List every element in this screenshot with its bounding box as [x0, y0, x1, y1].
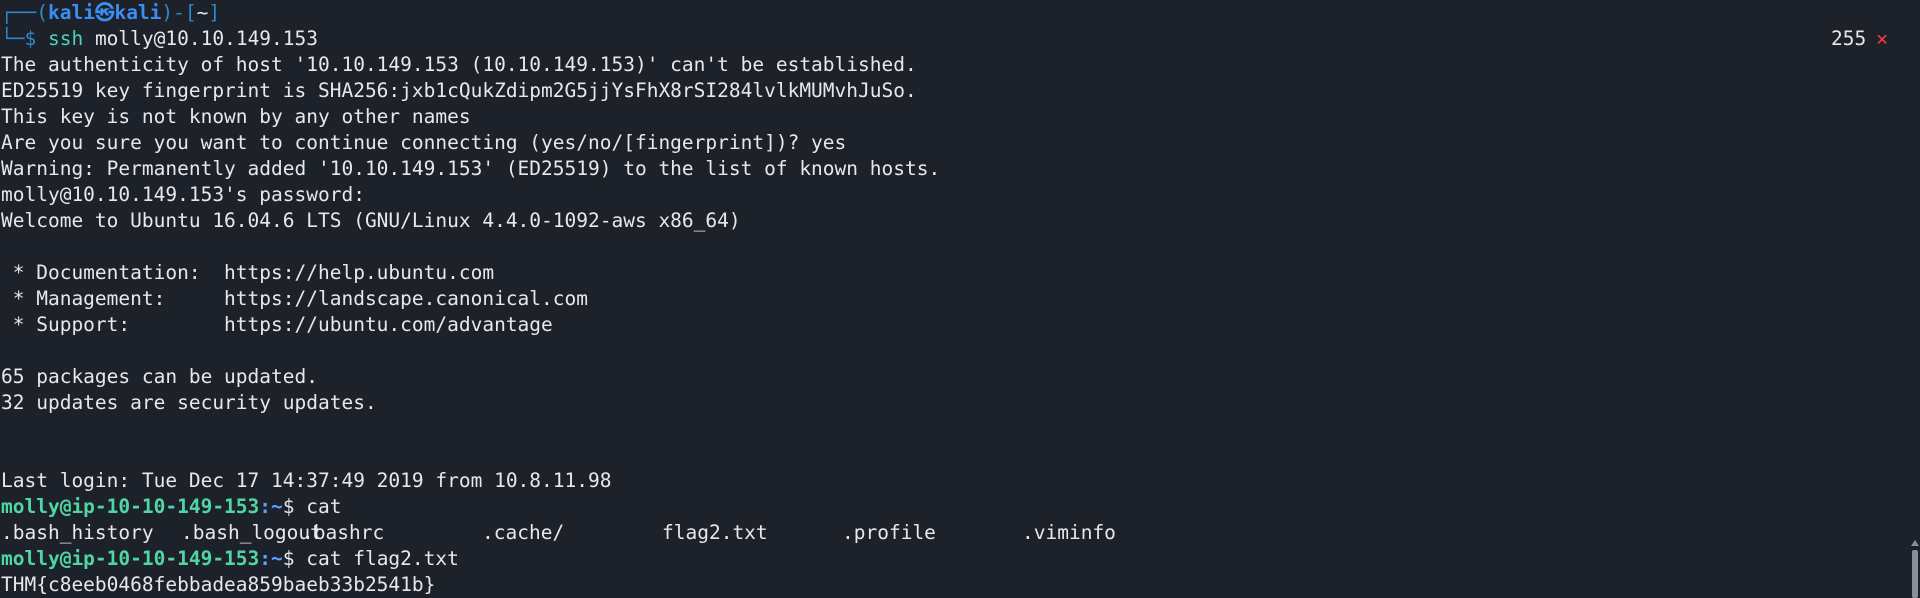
- scrollbar[interactable]: [1910, 0, 1920, 598]
- file-entry: .viminfo: [1022, 521, 1116, 544]
- file-entry: .profile: [842, 521, 936, 544]
- error-icon: ✕: [1876, 27, 1888, 50]
- remote-command: cat: [306, 495, 342, 518]
- scroll-up-icon[interactable]: [1911, 540, 1919, 546]
- remote-path: :~: [259, 495, 283, 518]
- remote-symbol: $: [282, 547, 307, 570]
- prompt-user: kali: [47, 1, 95, 24]
- prompt-dir: ~: [196, 1, 209, 24]
- prompt-frame-right: )-[: [161, 1, 197, 24]
- output-line: Welcome to Ubuntu 16.04.6 LTS (GNU/Linux…: [1, 209, 741, 232]
- flag-output: THM{c8eeb0468febbadea859baeb33b2541b}: [1, 573, 436, 596]
- file-entry: .bash_logout: [181, 521, 322, 544]
- remote-path: :~: [259, 547, 283, 570]
- prompt-frame-left: ┌──(: [1, 1, 48, 24]
- remote-command: cat flag2.txt: [306, 547, 459, 570]
- prompt-command-line: └─$ ssh molly@10.10.149.153: [0, 26, 1920, 52]
- prompt-frame-bottom: └─$: [1, 27, 48, 50]
- output-line: * Documentation: https://help.ubuntu.com: [1, 261, 495, 284]
- output-line: Last login: Tue Dec 17 14:37:49 2019 fro…: [1, 469, 612, 492]
- command-args: molly@10.10.149.153: [83, 27, 319, 50]
- file-entry: .cache/: [482, 521, 565, 544]
- output-line: Are you sure you want to continue connec…: [1, 131, 847, 154]
- output-line: 32 updates are security updates.: [1, 391, 377, 414]
- prompt-host: kali: [114, 1, 162, 24]
- remote-symbol: $: [282, 495, 307, 518]
- file-entry: .bash_history: [1, 521, 154, 544]
- output-line: * Management: https://landscape.canonica…: [1, 287, 588, 310]
- output-line: 65 packages can be updated.: [1, 365, 318, 388]
- prompt-header: ┌──(kali㉿kali)-[~]: [0, 0, 1920, 26]
- command-name: ssh: [47, 27, 84, 50]
- output-line: This key is not known by any other names: [1, 105, 471, 128]
- output-line: The authenticity of host '10.10.149.153 …: [1, 53, 917, 76]
- exit-code: 255: [1831, 27, 1867, 50]
- output-line: molly@10.10.149.153's password:: [1, 183, 377, 206]
- prompt-frame-close: ]: [208, 1, 221, 24]
- output-line: * Support: https://ubuntu.com/advantage: [1, 313, 553, 336]
- remote-user-host: molly@ip-10-10-149-153: [1, 495, 260, 518]
- file-entry: flag2.txt: [662, 521, 768, 544]
- scrollbar-thumb[interactable]: [1912, 550, 1918, 598]
- file-list: .bash_history .bash_logout.bashrc .cache/f…: [0, 520, 1920, 546]
- output-line: ED25519 key fingerprint is SHA256:jxb1cQ…: [1, 79, 917, 102]
- remote-prompt-line: molly@ip-10-10-149-153:~$ cat: [0, 494, 1920, 520]
- output-line: Warning: Permanently added '10.10.149.15…: [1, 157, 941, 180]
- terminal-window[interactable]: ┌──(kali㉿kali)-[~] └─$ ssh molly@10.10.1…: [0, 0, 1920, 598]
- exit-status: 255 ✕: [1831, 26, 1888, 52]
- kali-symbol-icon: ㉿: [94, 1, 115, 24]
- remote-user-host: molly@ip-10-10-149-153: [1, 547, 260, 570]
- remote-prompt-line: molly@ip-10-10-149-153:~$ cat flag2.txt: [0, 546, 1920, 572]
- file-entry: .bashrc: [302, 521, 385, 544]
